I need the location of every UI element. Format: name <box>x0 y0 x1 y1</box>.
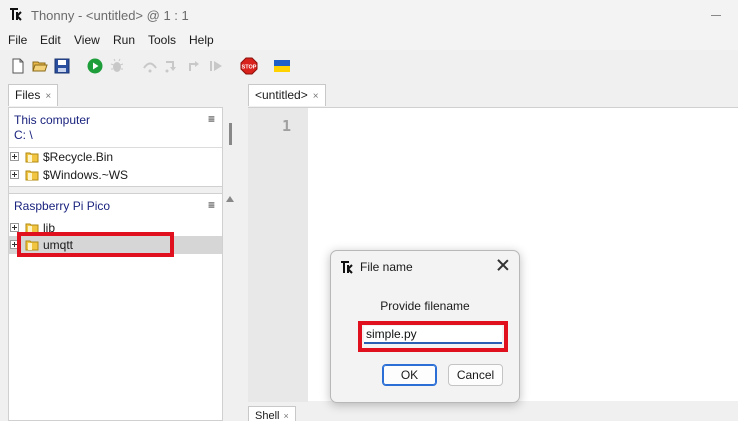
tab-files-label: Files <box>15 88 41 102</box>
dialog-close-icon[interactable] <box>496 258 510 272</box>
menu-edit[interactable]: Edit <box>40 33 61 47</box>
highlight-box <box>358 321 508 352</box>
editor-tab-bar: <untitled> × <box>248 84 738 107</box>
dialog-prompt: Provide filename <box>380 299 470 313</box>
scroll-up-arrow-icon[interactable] <box>226 196 234 202</box>
folder-icon <box>25 170 39 181</box>
tree-row-label: $Windows.~WS <box>43 168 129 182</box>
menu-help[interactable]: Help <box>189 33 214 47</box>
dialog-title: File name <box>360 260 413 274</box>
menu-run[interactable]: Run <box>113 33 135 47</box>
run-icon[interactable] <box>87 58 103 74</box>
menu-view[interactable]: View <box>74 33 100 47</box>
step-over-icon[interactable] <box>142 58 158 74</box>
step-into-icon[interactable] <box>164 58 180 74</box>
save-icon[interactable] <box>54 58 70 74</box>
computer-path[interactable]: C: \ <box>14 128 33 142</box>
files-tab-bar: Files × <box>0 84 236 107</box>
tab-untitled-label: <untitled> <box>255 88 308 102</box>
tree-row-label: $Recycle.Bin <box>43 150 114 164</box>
device-title[interactable]: Raspberry Pi Pico <box>14 199 110 213</box>
expand-icon[interactable] <box>10 152 19 161</box>
files-scrollbar-thumb[interactable] <box>229 123 232 145</box>
line-number-gutter: 1 <box>248 108 308 402</box>
folder-icon <box>25 152 39 163</box>
title-bar: Thonny - <untitled> @ 1 : 1 <box>0 0 738 30</box>
menu-tools[interactable]: Tools <box>148 33 176 47</box>
cancel-button[interactable]: Cancel <box>448 364 503 386</box>
tab-shell-close-icon[interactable]: × <box>283 411 288 421</box>
files-pane: This computer ≡ C: \ $Recycle.Bin $Windo… <box>8 107 223 421</box>
thonny-logo-icon <box>10 8 22 21</box>
this-computer-menu-icon[interactable]: ≡ <box>208 112 215 126</box>
tree-row-recycle-bin[interactable]: $Recycle.Bin <box>9 148 222 166</box>
this-computer-title[interactable]: This computer <box>14 113 90 127</box>
tree-row-windows-ws[interactable]: $Windows.~WS <box>9 166 222 184</box>
highlight-box <box>17 232 174 257</box>
tab-files-close-icon[interactable]: × <box>45 91 51 102</box>
tab-shell[interactable]: Shell × <box>248 406 296 421</box>
expand-icon[interactable] <box>10 170 19 179</box>
tab-shell-label: Shell <box>255 410 280 421</box>
thonny-logo-icon <box>341 261 353 274</box>
debug-icon[interactable] <box>109 58 125 74</box>
minimize-button[interactable] <box>708 6 726 24</box>
files-scrollbar[interactable] <box>224 107 236 421</box>
ukraine-flag-icon[interactable] <box>274 58 290 74</box>
toolbar: STOP <box>0 50 738 82</box>
ok-button[interactable]: OK <box>382 364 437 386</box>
line-number: 1 <box>282 117 292 135</box>
menu-file[interactable]: File <box>8 33 27 47</box>
tab-files[interactable]: Files × <box>8 84 59 106</box>
new-file-icon[interactable] <box>10 58 26 74</box>
section-divider <box>9 186 222 194</box>
stop-icon[interactable]: STOP <box>240 57 258 75</box>
tab-untitled-close-icon[interactable]: × <box>313 91 319 102</box>
device-menu-icon[interactable]: ≡ <box>208 198 215 212</box>
menu-bar: File Edit View Run Tools Help <box>0 30 738 50</box>
stop-icon-label: STOP <box>242 65 257 71</box>
resume-icon[interactable] <box>208 58 224 74</box>
expand-icon[interactable] <box>10 223 19 232</box>
window-title: Thonny - <untitled> @ 1 : 1 <box>31 8 189 23</box>
step-out-icon[interactable] <box>186 58 202 74</box>
open-file-icon[interactable] <box>32 58 48 74</box>
tab-untitled[interactable]: <untitled> × <box>248 84 326 106</box>
